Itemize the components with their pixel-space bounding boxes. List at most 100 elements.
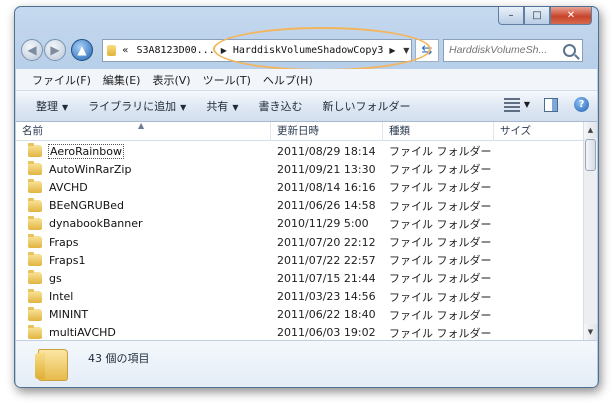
address-row: ◀ ▶ ▲ « S3A8123D00... ▶ HarddiskVolumeSh… bbox=[21, 35, 592, 65]
row-type: ファイル フォルダー bbox=[389, 217, 492, 231]
breadcrumb-chevron-icon[interactable]: ▶ bbox=[221, 46, 227, 55]
organize-button[interactable]: 整理 ▼ bbox=[36, 98, 68, 114]
up-button[interactable]: ▲ bbox=[71, 39, 93, 61]
scroll-thumb[interactable] bbox=[585, 139, 596, 171]
view-dropdown-icon[interactable]: ▼ bbox=[524, 100, 530, 109]
table-row[interactable]: AVCHD 2011/08/14 16:16 ファイル フォルダー bbox=[16, 178, 583, 196]
back-arrow-icon: ◀ bbox=[27, 43, 37, 57]
column-date[interactable]: 更新日時 bbox=[271, 122, 383, 141]
rows: AeroRainbow 2011/08/29 18:14 ファイル フォルダー … bbox=[16, 142, 583, 342]
forward-button[interactable]: ▶ bbox=[44, 39, 66, 61]
table-row[interactable]: AeroRainbow 2011/08/29 18:14 ファイル フォルダー bbox=[16, 142, 583, 160]
table-row[interactable]: Fraps1 2011/07/22 22:57 ファイル フォルダー bbox=[16, 251, 583, 269]
address-bar[interactable]: « S3A8123D00... ▶ HarddiskVolumeShadowCo… bbox=[102, 38, 412, 62]
column-name-label: 名前 bbox=[22, 125, 43, 137]
row-type: ファイル フォルダー bbox=[389, 199, 492, 213]
search-input[interactable] bbox=[449, 44, 561, 56]
table-row[interactable]: gs 2011/07/15 21:44 ファイル フォルダー bbox=[16, 269, 583, 287]
folder-icon bbox=[28, 179, 42, 194]
help-icon[interactable]: ? bbox=[574, 97, 589, 112]
menu-edit[interactable]: 編集(E) bbox=[103, 72, 141, 88]
menu-file[interactable]: ファイル(F) bbox=[32, 72, 91, 88]
row-date: 2011/09/21 13:30 bbox=[277, 162, 376, 176]
folder-icon bbox=[28, 324, 42, 339]
back-button[interactable]: ◀ bbox=[21, 39, 43, 61]
share-button[interactable]: 共有 ▼ bbox=[206, 98, 238, 114]
maximize-button[interactable]: □ bbox=[524, 7, 550, 25]
folder-icon bbox=[28, 270, 42, 285]
row-type: ファイル フォルダー bbox=[389, 272, 492, 286]
dropdown-arrow-icon: ▼ bbox=[62, 103, 69, 112]
details-pane: 43 個の項目 bbox=[16, 340, 597, 387]
dropdown-arrow-icon: ▼ bbox=[180, 103, 187, 112]
table-row[interactable]: dynabookBanner 2010/11/29 5:00 ファイル フォルダ… bbox=[16, 215, 583, 233]
caption-buttons: – □ ✕ bbox=[498, 7, 592, 25]
vertical-scrollbar[interactable]: ▲ ▼ bbox=[583, 122, 597, 340]
folder-icon bbox=[28, 161, 42, 176]
folder-icon bbox=[28, 288, 42, 303]
column-header: 名前 ▲ 更新日時 種類 サイズ bbox=[16, 121, 583, 141]
row-name: MININT bbox=[49, 308, 89, 322]
folder-icon bbox=[35, 349, 68, 381]
scroll-up-icon[interactable]: ▲ bbox=[584, 122, 597, 138]
row-date: 2011/07/20 22:12 bbox=[277, 235, 376, 249]
row-name: multiAVCHD bbox=[49, 326, 116, 340]
row-type: ファイル フォルダー bbox=[389, 308, 492, 322]
search-icon bbox=[563, 43, 576, 57]
row-date: 2011/06/22 18:40 bbox=[277, 308, 376, 322]
row-date: 2011/06/26 14:58 bbox=[277, 199, 376, 213]
row-type: ファイル フォルダー bbox=[389, 163, 492, 177]
explorer-window: – □ ✕ ◀ ▶ ▲ « S3A8123D00... ▶ HarddiskVo… bbox=[14, 6, 599, 388]
row-type: ファイル フォルダー bbox=[389, 290, 492, 304]
burn-button[interactable]: 書き込む bbox=[258, 98, 302, 114]
row-name: Fraps1 bbox=[49, 253, 86, 267]
breadcrumb-item-drive[interactable]: S3A8123D00... bbox=[136, 45, 214, 56]
refresh-button[interactable]: ⇆ bbox=[415, 38, 439, 62]
file-list: 名前 ▲ 更新日時 種類 サイズ AeroRainbow 2011/08/29 1… bbox=[16, 121, 597, 342]
menu-bar: ファイル(F) 編集(E) 表示(V) ツール(T) ヘルプ(H) bbox=[16, 69, 597, 91]
row-date: 2010/11/29 5:00 bbox=[277, 217, 369, 231]
address-dropdown-icon[interactable]: ▼ bbox=[402, 46, 411, 55]
row-name: Intel bbox=[49, 290, 74, 304]
row-date: 2011/08/14 16:16 bbox=[277, 180, 376, 194]
row-name: AutoWinRarZip bbox=[49, 162, 132, 176]
preview-pane-icon[interactable] bbox=[544, 97, 558, 112]
table-row[interactable]: MININT 2011/06/22 18:40 ファイル フォルダー bbox=[16, 306, 583, 324]
breadcrumb-chevron-icon[interactable]: ▶ bbox=[389, 46, 395, 55]
include-library-button[interactable]: ライブラリに追加 ▼ bbox=[88, 98, 186, 114]
command-bar-right: ▼ ? bbox=[503, 97, 589, 112]
breadcrumb-overflow[interactable]: « bbox=[122, 45, 128, 56]
row-type: ファイル フォルダー bbox=[389, 236, 492, 250]
row-name: Fraps bbox=[49, 235, 79, 249]
row-name: dynabookBanner bbox=[49, 217, 143, 231]
item-count: 43 個の項目 bbox=[88, 352, 150, 365]
up-arrow-icon: ▲ bbox=[77, 43, 87, 57]
row-date: 2011/07/22 22:57 bbox=[277, 253, 376, 267]
column-size[interactable]: サイズ bbox=[494, 122, 574, 141]
table-row[interactable]: Fraps 2011/07/20 22:12 ファイル フォルダー bbox=[16, 233, 583, 251]
close-button[interactable]: ✕ bbox=[550, 7, 592, 25]
minimize-button[interactable]: – bbox=[498, 7, 524, 25]
row-type: ファイル フォルダー bbox=[389, 326, 492, 340]
search-box[interactable] bbox=[443, 38, 583, 62]
column-type[interactable]: 種類 bbox=[383, 122, 494, 141]
row-name: AeroRainbow bbox=[48, 143, 124, 159]
table-row[interactable]: AutoWinRarZip 2011/09/21 13:30 ファイル フォルダ… bbox=[16, 160, 583, 178]
folder-icon bbox=[28, 234, 42, 249]
command-bar: 整理 ▼ ライブラリに追加 ▼ 共有 ▼ 書き込む 新しいフォルダー ▼ ? bbox=[16, 91, 597, 122]
view-options-icon[interactable] bbox=[503, 97, 520, 112]
new-folder-button[interactable]: 新しいフォルダー bbox=[322, 98, 410, 114]
menu-tools[interactable]: ツール(T) bbox=[203, 72, 251, 88]
table-row[interactable]: Intel 2011/03/23 14:56 ファイル フォルダー bbox=[16, 288, 583, 306]
row-date: 2011/08/29 18:14 bbox=[277, 144, 376, 158]
menu-help[interactable]: ヘルプ(H) bbox=[263, 72, 313, 88]
scroll-down-icon[interactable]: ▼ bbox=[584, 324, 597, 340]
row-name: gs bbox=[49, 271, 62, 285]
menu-view[interactable]: 表示(V) bbox=[152, 72, 190, 88]
breadcrumb-item-shadowcopy[interactable]: HarddiskVolumeShadowCopy3 bbox=[233, 45, 384, 56]
column-name[interactable]: 名前 ▲ bbox=[16, 121, 271, 141]
share-label: 共有 bbox=[206, 100, 229, 113]
folder-icon bbox=[28, 197, 42, 212]
row-name: BEeNGRUBed bbox=[49, 199, 125, 213]
table-row[interactable]: BEeNGRUBed 2011/06/26 14:58 ファイル フォルダー bbox=[16, 197, 583, 215]
